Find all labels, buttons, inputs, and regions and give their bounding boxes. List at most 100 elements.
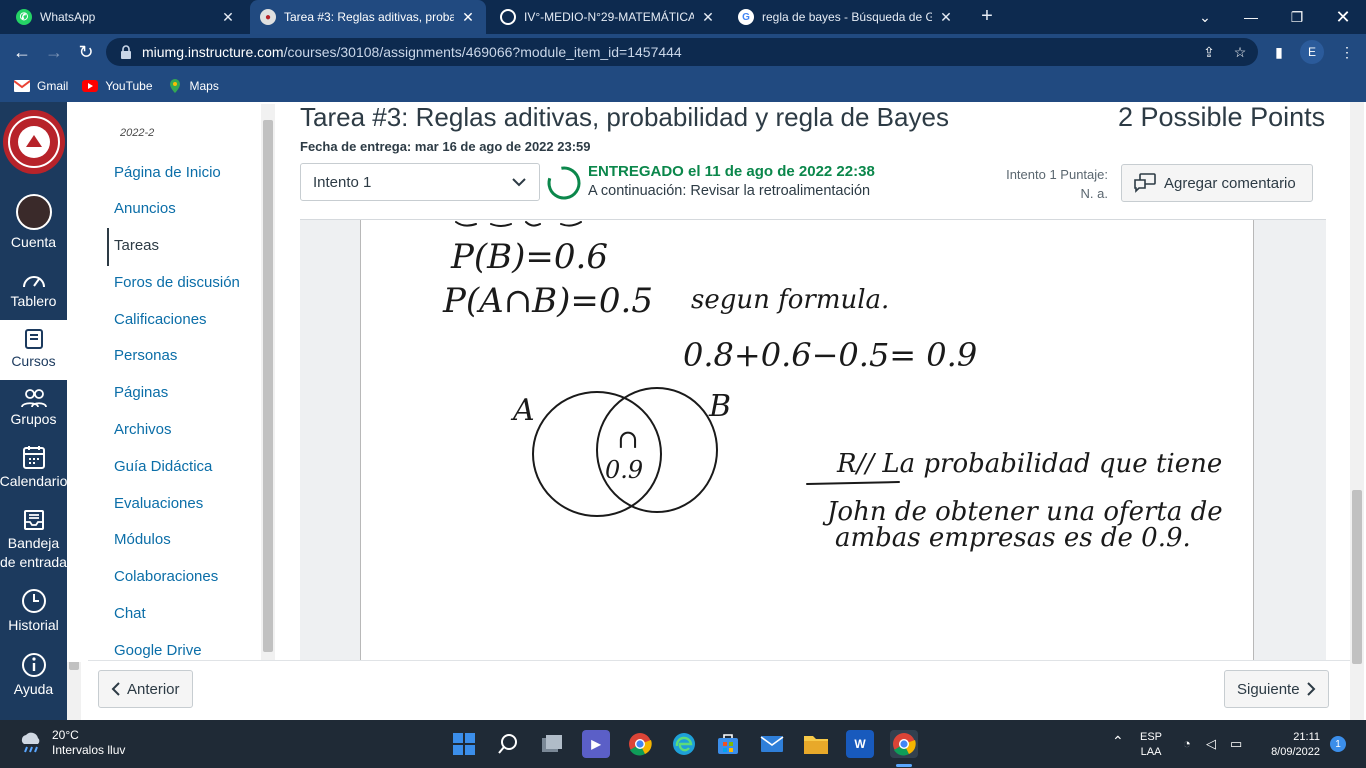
bookmark-star-icon[interactable]: ☆ [1231, 43, 1249, 61]
bookmark-youtube[interactable]: YouTube [82, 79, 153, 93]
close-tab-icon[interactable]: ✕ [460, 9, 476, 26]
nav-help[interactable]: Ayuda [0, 652, 67, 700]
teams-chat-icon[interactable]: ▶ [582, 730, 610, 758]
tab-whatsapp[interactable]: ✆ WhatsApp ✕ [6, 0, 246, 34]
nav-calendar[interactable]: Calendario [0, 444, 67, 494]
submitted-progress-icon [547, 166, 581, 200]
university-logo[interactable] [3, 110, 65, 174]
canvas-favicon-icon: ● [260, 9, 276, 25]
comment-icon [1134, 173, 1156, 193]
nav-groups[interactable]: Grupos [0, 388, 67, 436]
bookmark-gmail[interactable]: Gmail [14, 79, 68, 93]
course-nav-guide[interactable]: Guía Didáctica [114, 458, 212, 475]
share-icon[interactable]: ⇪ [1200, 43, 1218, 61]
courses-icon [24, 329, 43, 349]
cropped-line [455, 221, 582, 227]
score-label: Intento 1 Puntaje: [1006, 167, 1108, 182]
side-panel-icon[interactable]: ▮ [1270, 43, 1288, 61]
search-icon[interactable] [494, 730, 522, 758]
volume-icon[interactable]: ◁ [1206, 736, 1216, 751]
gmail-icon [14, 80, 30, 92]
wifi-icon[interactable]: ◔ [1183, 736, 1191, 751]
clock[interactable]: 21:11 8/09/2022 [1262, 730, 1320, 760]
close-tab-icon[interactable]: ✕ [938, 9, 954, 26]
close-tab-icon[interactable]: ✕ [700, 9, 716, 26]
chrome-profile-icon[interactable] [890, 730, 918, 758]
back-icon[interactable]: ← [10, 40, 34, 64]
tab-search-icon[interactable]: ⌄ [1182, 0, 1228, 34]
submission-viewer[interactable]: P(B)=0.6 P(A∩B)=0.5 segun formula. 0.8+0… [300, 219, 1326, 660]
forward-icon[interactable]: → [42, 40, 66, 64]
task-view-icon[interactable] [538, 730, 566, 758]
course-nav-assignments[interactable]: Tareas [114, 237, 159, 254]
rain-cloud-icon [21, 732, 40, 753]
course-nav-chat[interactable]: Chat [114, 605, 146, 622]
nav-label: Grupos [10, 411, 57, 427]
edge-icon[interactable] [670, 730, 698, 758]
tab-assignment[interactable]: ● Tarea #3: Reglas aditivas, probab ✕ [250, 0, 486, 34]
nav-history[interactable]: Historial [0, 588, 67, 636]
chrome-icon[interactable] [626, 730, 654, 758]
course-nav-scrollbar[interactable] [261, 104, 275, 660]
next-button[interactable]: Siguiente [1224, 670, 1329, 708]
nav-account[interactable]: Cuenta [0, 194, 67, 252]
scrollbar-thumb[interactable] [263, 120, 273, 652]
module-sequence-footer: Anterior Siguiente [88, 660, 1350, 720]
course-nav-home[interactable]: Página de Inicio [114, 164, 221, 181]
input-language[interactable]: ESP LAA [1140, 730, 1162, 760]
course-navigation: 2022-2 Página de Inicio Anuncios Tareas … [67, 102, 275, 662]
nav-courses[interactable]: Cursos [0, 320, 67, 380]
restore-button[interactable]: ❐ [1274, 0, 1320, 34]
show-hidden-icons[interactable]: ⌃ [1112, 734, 1124, 749]
mail-icon[interactable] [758, 730, 786, 758]
address-bar[interactable]: miumg.instructure.com/courses/30108/assi… [106, 38, 1258, 66]
file-explorer-icon[interactable] [802, 730, 830, 758]
weather-widget[interactable]: 20°C Intervalos lluv [18, 728, 125, 758]
browser-toolbar: ← → ↻ miumg.instructure.com/courses/3010… [0, 34, 1366, 70]
tab-google-search[interactable]: G regla de bayes - Búsqueda de Go ✕ [728, 0, 964, 34]
close-window-button[interactable]: ✕ [1320, 0, 1366, 34]
new-tab-button[interactable]: + [976, 5, 998, 27]
course-nav-quizzes[interactable]: Evaluaciones [114, 495, 203, 512]
course-nav-discussions[interactable]: Foros de discusión [114, 274, 240, 291]
course-nav-modules[interactable]: Módulos [114, 531, 171, 548]
minimize-button[interactable]: — [1228, 0, 1274, 34]
course-nav-google-drive[interactable]: Google Drive [114, 642, 202, 659]
store-icon[interactable] [714, 730, 742, 758]
previous-button[interactable]: Anterior [98, 670, 193, 708]
formula-line: 0.8+0.6−0.5= 0.9 [683, 336, 977, 374]
word-icon[interactable]: W [846, 730, 874, 758]
line-pab: P(A∩B)=0.5 [442, 281, 653, 321]
add-comment-button[interactable]: Agregar comentario [1121, 164, 1313, 202]
windows-taskbar: 20°C Intervalos lluv ▶ W ⌃ ESP LAA ◔ ◁ ▭… [0, 720, 1366, 768]
start-icon[interactable] [450, 730, 478, 758]
notification-badge[interactable]: 1 [1330, 736, 1346, 752]
nav-label: Ayuda [13, 681, 54, 697]
course-nav-collaborations[interactable]: Colaboraciones [114, 568, 218, 585]
next-step: A continuación: Revisar la retroalimenta… [588, 183, 871, 199]
dashboard-icon [22, 276, 45, 288]
venn-label-a: A [510, 393, 535, 428]
reload-icon[interactable]: ↻ [74, 40, 98, 64]
add-comment-label: Agregar comentario [1164, 174, 1296, 192]
menu-dots-icon[interactable]: ⋮ [1338, 43, 1356, 61]
course-nav-grades[interactable]: Calificaciones [114, 311, 207, 328]
course-nav-people[interactable]: Personas [114, 347, 177, 364]
bookmark-maps[interactable]: Maps [167, 78, 219, 94]
layout-code: LAA [1140, 746, 1162, 758]
attempt-select[interactable]: Intento 1 [300, 163, 540, 201]
page-scrollbar-right[interactable] [1350, 102, 1364, 720]
course-nav-announcements[interactable]: Anuncios [114, 200, 176, 217]
close-tab-icon[interactable]: ✕ [220, 9, 236, 26]
nav-dashboard[interactable]: Tablero [0, 270, 67, 316]
profile-avatar[interactable]: E [1300, 40, 1324, 64]
course-nav-pages[interactable]: Páginas [114, 384, 168, 401]
battery-icon[interactable]: ▭ [1230, 736, 1242, 751]
scrollbar-thumb[interactable] [1352, 490, 1362, 664]
avatar [15, 194, 52, 230]
answer-underline [806, 481, 900, 485]
globe-icon [500, 9, 516, 25]
tab-matematicas[interactable]: IV°-MEDIO-N°29-MATEMÁTICAS ✕ [490, 0, 726, 34]
nav-inbox[interactable]: Bandeja de entrada [0, 508, 67, 576]
course-nav-files[interactable]: Archivos [114, 421, 172, 438]
